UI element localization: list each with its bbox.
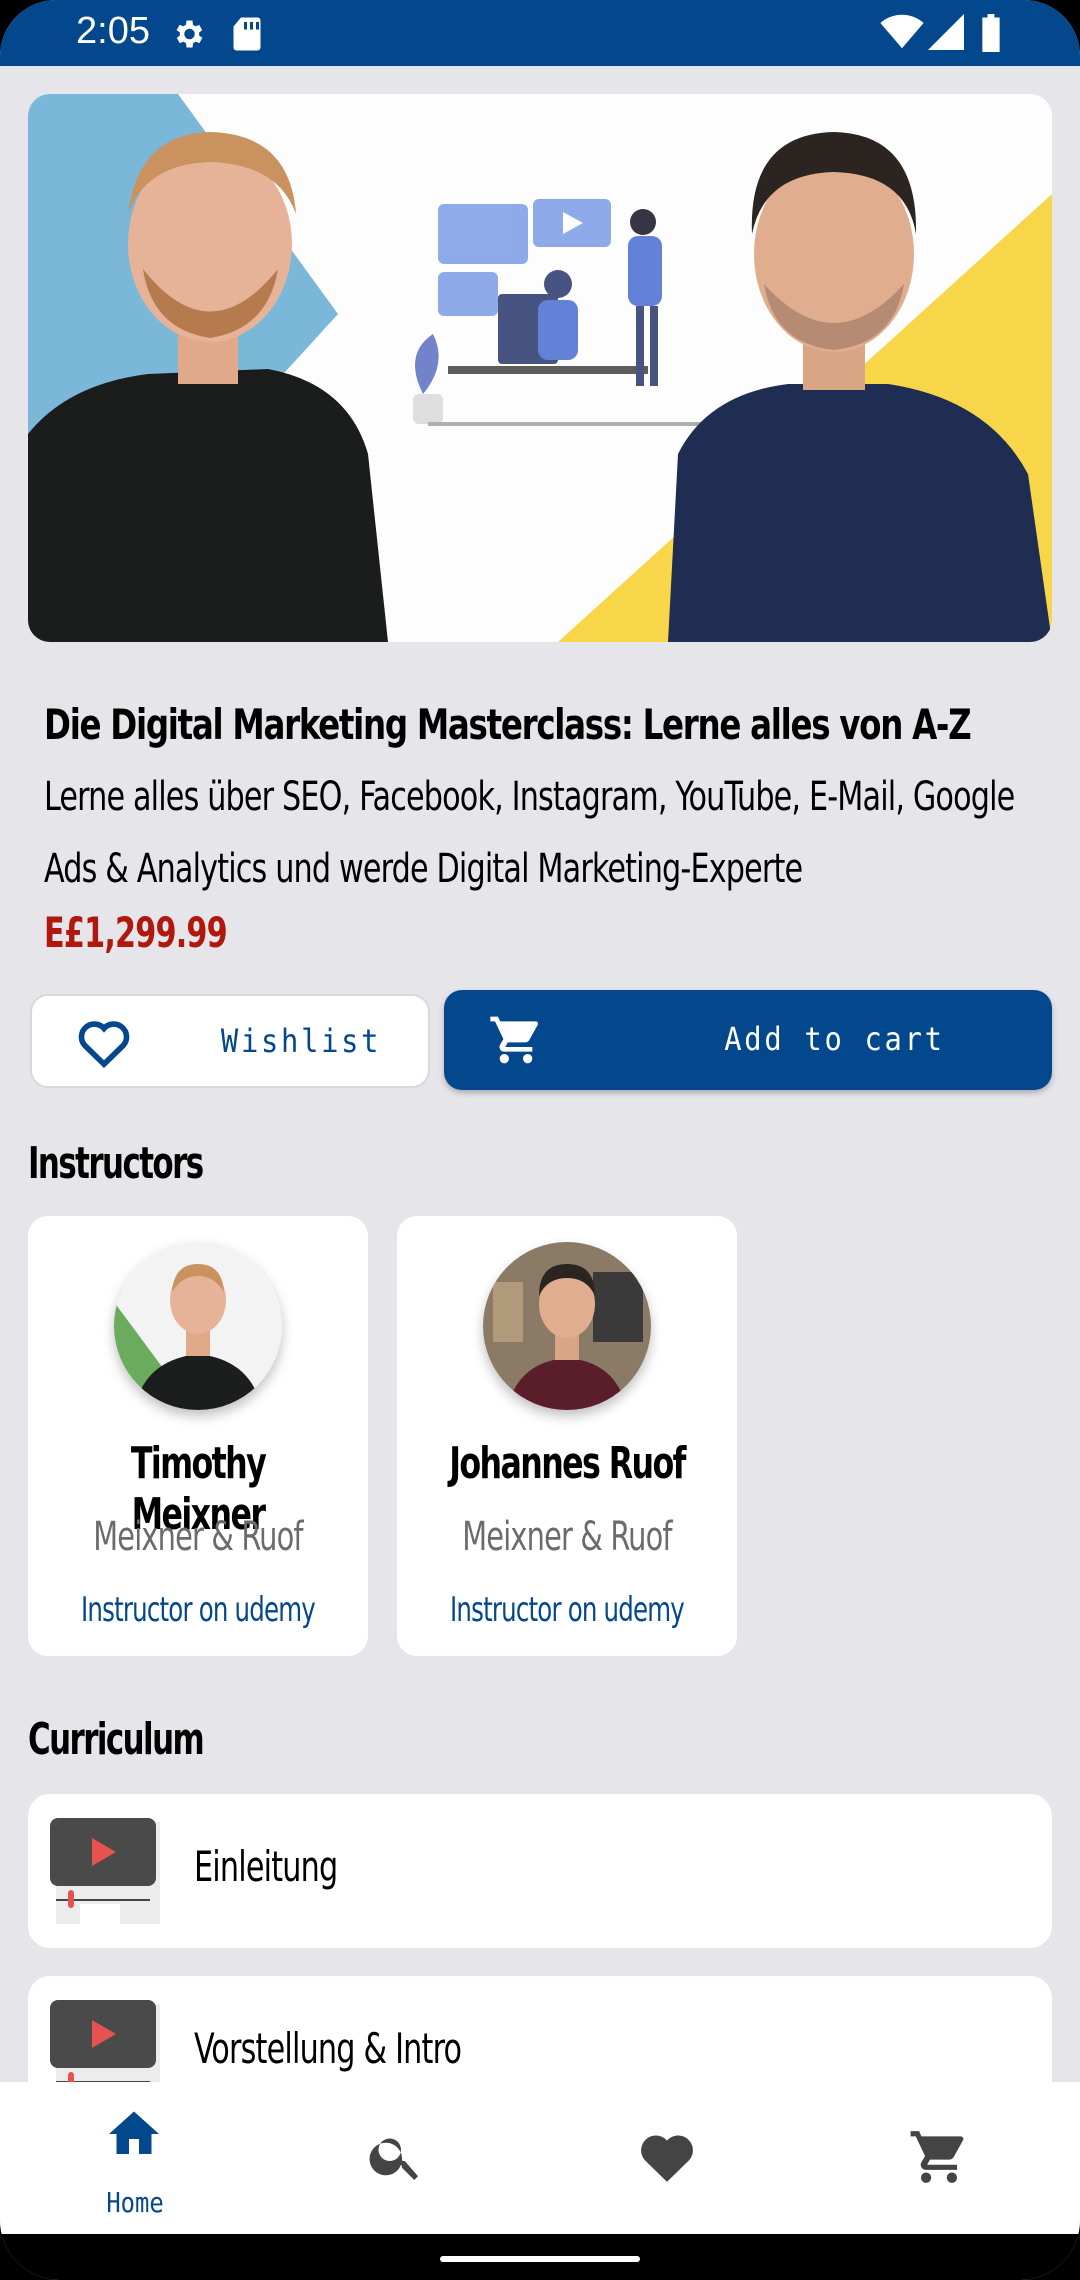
battery-icon <box>982 14 1000 52</box>
nav-cart[interactable] <box>810 2082 1080 2234</box>
instructor-card[interactable]: Timothy Meixner Meixner & Ruof Instructo… <box>28 1216 368 1656</box>
course-price: E£1,299.99 <box>44 908 228 957</box>
course-subtitle-line-1: Lerne alles über SEO, Facebook, Instagra… <box>44 774 1015 820</box>
heart-outline-icon <box>78 1021 130 1068</box>
wishlist-button[interactable]: Wishlist <box>30 994 430 1088</box>
settings-icon <box>176 20 203 48</box>
add-to-cart-label: Add to cart <box>724 1020 945 1058</box>
avatar <box>114 1242 282 1410</box>
nav-home-label: Home <box>106 2186 164 2219</box>
wifi-icon <box>880 14 924 49</box>
home-icon <box>109 2111 159 2154</box>
lesson-item[interactable]: Einleitung <box>28 1794 1052 1948</box>
heart-icon <box>641 2135 693 2182</box>
wishlist-label: Wishlist <box>220 1022 382 1060</box>
instructor-company: Meixner & Ruof <box>93 1514 303 1560</box>
home-indicator[interactable] <box>440 2256 640 2262</box>
search-icon <box>369 2138 418 2180</box>
app-screen: 2:05 Die Digital Marketing Masterclass: … <box>0 0 1080 2280</box>
instructors-heading: Instructors <box>28 1138 204 1189</box>
gesture-navigation-bar <box>0 2234 1080 2280</box>
instructor-company: Meixner & Ruof <box>462 1514 672 1560</box>
instructor-card[interactable]: Johannes Ruof Meixner & Ruof Instructor … <box>397 1216 737 1656</box>
nav-search[interactable] <box>270 2082 540 2234</box>
course-hero-image <box>28 94 1052 642</box>
instructor-role: Instructor on udemy <box>450 1590 685 1630</box>
lesson-title: Einleitung <box>194 1842 338 1891</box>
cart-icon <box>910 2131 964 2183</box>
signal-icon <box>928 14 964 50</box>
lesson-title: Vorstellung & Intro <box>194 2024 462 2073</box>
bottom-navigation: Home <box>0 2082 1080 2234</box>
status-bar: 2:05 <box>0 0 1080 66</box>
course-title: Die Digital Marketing Masterclass: Lerne… <box>44 700 972 749</box>
nav-wishlist[interactable] <box>540 2082 810 2234</box>
avatar <box>483 1242 651 1410</box>
nav-home[interactable]: Home <box>0 2082 270 2234</box>
curriculum-heading: Curriculum <box>28 1714 205 1765</box>
status-time: 2:05 <box>76 10 150 52</box>
cart-icon <box>490 1016 539 1064</box>
course-subtitle-line-2: Ads & Analytics und werde Digital Market… <box>44 846 803 892</box>
add-to-cart-button[interactable]: Add to cart <box>444 990 1052 1090</box>
instructor-name: Johannes Ruof <box>449 1438 686 1489</box>
sd-card-icon <box>233 17 261 51</box>
instructor-role: Instructor on udemy <box>81 1590 316 1630</box>
video-lesson-icon <box>50 1818 160 1926</box>
